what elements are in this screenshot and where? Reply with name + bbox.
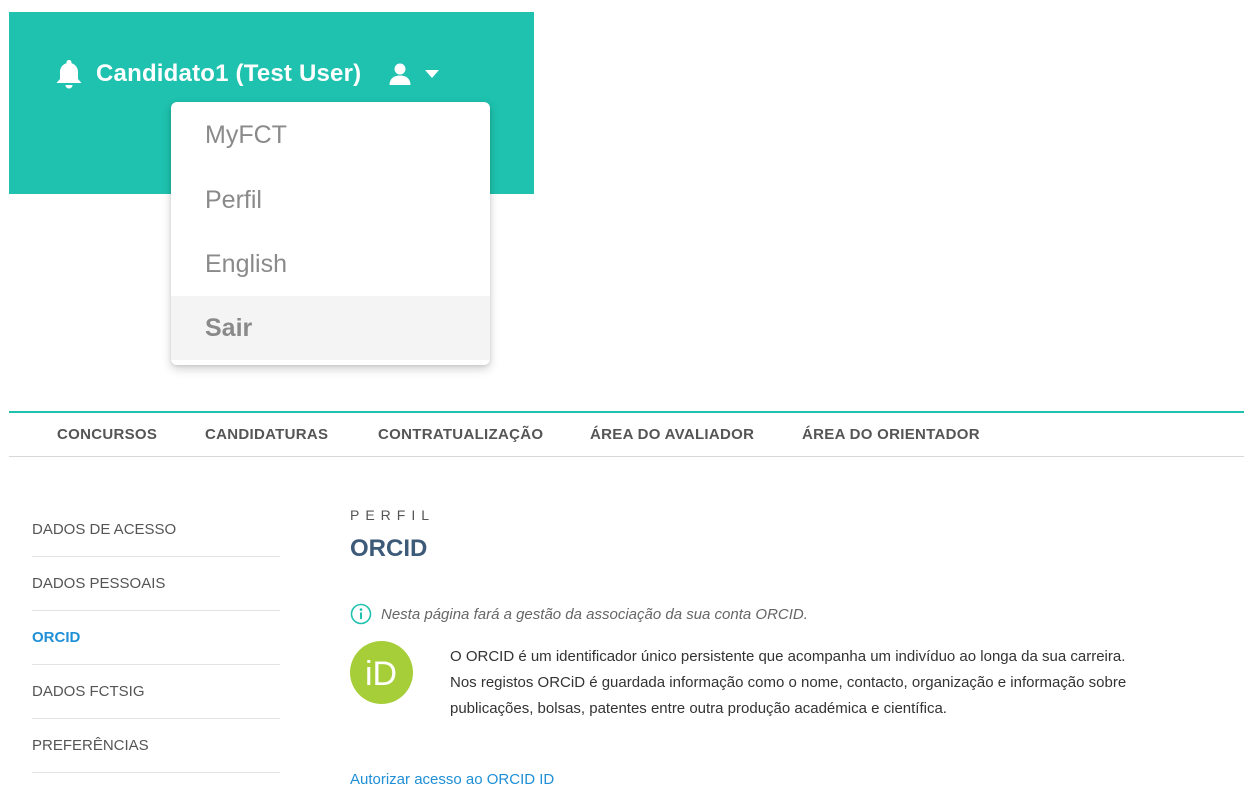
main-navigation: CONCURSOS CANDIDATURAS CONTRATUALIZAÇÃO … (9, 413, 1244, 457)
menu-item-myfct[interactable]: MyFCT (171, 102, 490, 168)
menu-item-english[interactable]: English (171, 232, 490, 296)
user-dropdown-menu: MyFCT Perfil English Sair (171, 102, 490, 365)
info-text: Nesta página fará a gestão da associação… (381, 605, 808, 623)
bell-icon[interactable] (52, 57, 86, 91)
info-message: Nesta página fará a gestão da associação… (350, 603, 808, 625)
nav-item-contratualizacao[interactable]: CONTRATUALIZAÇÃO (378, 413, 543, 456)
menu-item-perfil[interactable]: Perfil (171, 168, 490, 232)
sidebar-item-dados-acesso[interactable]: DADOS DE ACESSO (32, 503, 280, 557)
sidebar-item-dados-fctsig[interactable]: DADOS FCTSIG (32, 665, 280, 719)
chevron-down-icon[interactable] (425, 67, 440, 81)
user-menu-toggle[interactable]: Candidato1 (Test User) (52, 54, 440, 94)
orcid-logo: iD (350, 641, 413, 704)
sidebar-item-dados-pessoais[interactable]: DADOS PESSOAIS (32, 557, 280, 611)
page-title: ORCID (350, 535, 428, 562)
user-name[interactable]: Candidato1 (Test User) (96, 60, 361, 88)
nav-item-concursos[interactable]: CONCURSOS (57, 413, 157, 456)
nav-item-area-avaliador[interactable]: ÁREA DO AVALIADOR (590, 413, 754, 456)
nav-item-candidaturas[interactable]: CANDIDATURAS (205, 413, 328, 456)
user-icon[interactable] (387, 61, 413, 87)
menu-item-sair[interactable]: Sair (171, 296, 490, 360)
profile-sidebar: DADOS DE ACESSO DADOS PESSOAIS ORCID DAD… (32, 503, 280, 773)
sidebar-item-orcid[interactable]: ORCID (32, 611, 280, 665)
section-eyebrow: PERFIL (350, 507, 436, 523)
authorize-orcid-link[interactable]: Autorizar acesso ao ORCID ID (350, 771, 554, 788)
sidebar-item-preferencias[interactable]: PREFERÊNCIAS (32, 719, 280, 773)
orcid-logo-text: iD (365, 655, 397, 693)
orcid-description: O ORCID é um identificador único persist… (450, 648, 1127, 717)
info-icon (350, 603, 372, 625)
main-content: PERFIL ORCID Nesta página fará a gestão … (350, 503, 1230, 788)
nav-item-area-orientador[interactable]: ÁREA DO ORIENTADOR (802, 413, 980, 456)
